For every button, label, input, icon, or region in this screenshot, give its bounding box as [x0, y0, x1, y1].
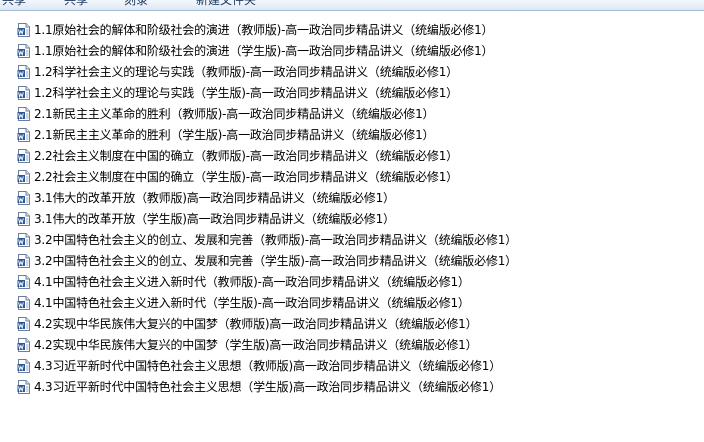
file-name: 2.2社会主义制度在中国的确立（学生版)-高一政治同步精品讲义（统编版必修1）	[34, 169, 458, 184]
file-list-item[interactable]: 2.1新民主主义革命的胜利（学生版)-高一政治同步精品讲义（统编版必修1）	[0, 124, 704, 145]
word-doc-icon	[17, 22, 30, 37]
file-list-item[interactable]: 4.2实现中华民族伟大复兴的中国梦（学生版)高一政治同步精品讲义（统编版必修1）	[0, 334, 704, 355]
file-name: 1.1原始社会的解体和阶级社会的演进（学生版)-高一政治同步精品讲义（统编版必修…	[34, 43, 494, 58]
file-name: 1.2科学社会主义的理论与实践（教师版)-高一政治同步精品讲义（统编版必修1）	[34, 64, 458, 79]
word-doc-icon	[17, 232, 30, 247]
file-list-item[interactable]: 1.1原始社会的解体和阶级社会的演进（学生版)-高一政治同步精品讲义（统编版必修…	[0, 40, 704, 61]
word-doc-icon	[17, 64, 30, 79]
file-list-item[interactable]: 3.2中国特色社会主义的创立、发展和完善（教师版)-高一政治同步精品讲义（统编版…	[0, 229, 704, 250]
word-doc-icon	[17, 274, 30, 289]
file-list-item[interactable]: 3.1伟大的改革开放（教师版)高一政治同步精品讲义（统编版必修1）	[0, 187, 704, 208]
file-name: 4.1中国特色社会主义进入新时代（教师版)-高一政治同步精品讲义（统编版必修1）	[34, 274, 470, 289]
file-list-item[interactable]: 4.1中国特色社会主义进入新时代（教师版)-高一政治同步精品讲义（统编版必修1）	[0, 271, 704, 292]
file-list-item[interactable]: 3.2中国特色社会主义的创立、发展和完善（学生版)-高一政治同步精品讲义（统编版…	[0, 250, 704, 271]
file-name: 1.2科学社会主义的理论与实践（学生版)-高一政治同步精品讲义（统编版必修1）	[34, 85, 458, 100]
file-list-item[interactable]: 2.1新民主主义革命的胜利（教师版)-高一政治同步精品讲义（统编版必修1）	[0, 103, 704, 124]
file-list-item[interactable]: 2.2社会主义制度在中国的确立（教师版)-高一政治同步精品讲义（统编版必修1）	[0, 145, 704, 166]
toolbar-item-share-2[interactable]: 共享	[64, 0, 88, 8]
toolbar-item-burn[interactable]: 刻录	[124, 0, 148, 8]
toolbar-item-new-folder[interactable]: 新建文件夹	[196, 0, 256, 8]
word-doc-icon	[17, 106, 30, 121]
file-list-item[interactable]: 1.1原始社会的解体和阶级社会的演进（教师版)-高一政治同步精品讲义（统编版必修…	[0, 19, 704, 40]
file-name: 3.1伟大的改革开放（教师版)高一政治同步精品讲义（统编版必修1）	[34, 190, 395, 205]
file-name: 2.1新民主主义革命的胜利（教师版)-高一政治同步精品讲义（统编版必修1）	[34, 106, 435, 121]
file-name: 4.2实现中华民族伟大复兴的中国梦（教师版)高一政治同步精品讲义（统编版必修1）	[34, 316, 478, 331]
file-list-item[interactable]: 1.2科学社会主义的理论与实践（教师版)-高一政治同步精品讲义（统编版必修1）	[0, 61, 704, 82]
file-name: 4.1中国特色社会主义进入新时代（学生版)-高一政治同步精品讲义（统编版必修1）	[34, 295, 470, 310]
word-doc-icon	[17, 85, 30, 100]
word-doc-icon	[17, 295, 30, 310]
word-doc-icon	[17, 316, 30, 331]
word-doc-icon	[17, 253, 30, 268]
file-name: 3.2中国特色社会主义的创立、发展和完善（学生版)-高一政治同步精品讲义（统编版…	[34, 253, 517, 268]
word-doc-icon	[17, 379, 30, 394]
file-name: 2.1新民主主义革命的胜利（学生版)-高一政治同步精品讲义（统编版必修1）	[34, 127, 435, 142]
word-doc-icon	[17, 43, 30, 58]
file-list-item[interactable]: 1.2科学社会主义的理论与实践（学生版)-高一政治同步精品讲义（统编版必修1）	[0, 82, 704, 103]
word-doc-icon	[17, 358, 30, 373]
explorer-toolbar: 共享 共享 刻录 新建文件夹	[0, 0, 704, 11]
file-list-item[interactable]: 4.2实现中华民族伟大复兴的中国梦（教师版)高一政治同步精品讲义（统编版必修1）	[0, 313, 704, 334]
word-doc-icon	[17, 337, 30, 352]
file-name: 4.3习近平新时代中国特色社会主义思想（学生版)高一政治同步精品讲义（统编版必修…	[34, 379, 502, 394]
file-name: 1.1原始社会的解体和阶级社会的演进（教师版)-高一政治同步精品讲义（统编版必修…	[34, 22, 494, 37]
file-list-item[interactable]: 4.3习近平新时代中国特色社会主义思想（学生版)高一政治同步精品讲义（统编版必修…	[0, 376, 704, 397]
file-name: 4.3习近平新时代中国特色社会主义思想（教师版)高一政治同步精品讲义（统编版必修…	[34, 358, 502, 373]
word-doc-icon	[17, 211, 30, 226]
file-name: 3.2中国特色社会主义的创立、发展和完善（教师版)-高一政治同步精品讲义（统编版…	[34, 232, 517, 247]
file-list-item[interactable]: 4.3习近平新时代中国特色社会主义思想（教师版)高一政治同步精品讲义（统编版必修…	[0, 355, 704, 376]
file-list: 1.1原始社会的解体和阶级社会的演进（教师版)-高一政治同步精品讲义（统编版必修…	[0, 19, 704, 397]
word-doc-icon	[17, 148, 30, 163]
word-doc-icon	[17, 169, 30, 184]
toolbar-item-share[interactable]: 共享	[2, 0, 26, 8]
file-list-item[interactable]: 4.1中国特色社会主义进入新时代（学生版)-高一政治同步精品讲义（统编版必修1）	[0, 292, 704, 313]
file-name: 2.2社会主义制度在中国的确立（教师版)-高一政治同步精品讲义（统编版必修1）	[34, 148, 458, 163]
word-doc-icon	[17, 127, 30, 142]
word-doc-icon	[17, 190, 30, 205]
file-name: 3.1伟大的改革开放（学生版)高一政治同步精品讲义（统编版必修1）	[34, 211, 395, 226]
file-list-item[interactable]: 2.2社会主义制度在中国的确立（学生版)-高一政治同步精品讲义（统编版必修1）	[0, 166, 704, 187]
file-name: 4.2实现中华民族伟大复兴的中国梦（学生版)高一政治同步精品讲义（统编版必修1）	[34, 337, 478, 352]
file-list-item[interactable]: 3.1伟大的改革开放（学生版)高一政治同步精品讲义（统编版必修1）	[0, 208, 704, 229]
